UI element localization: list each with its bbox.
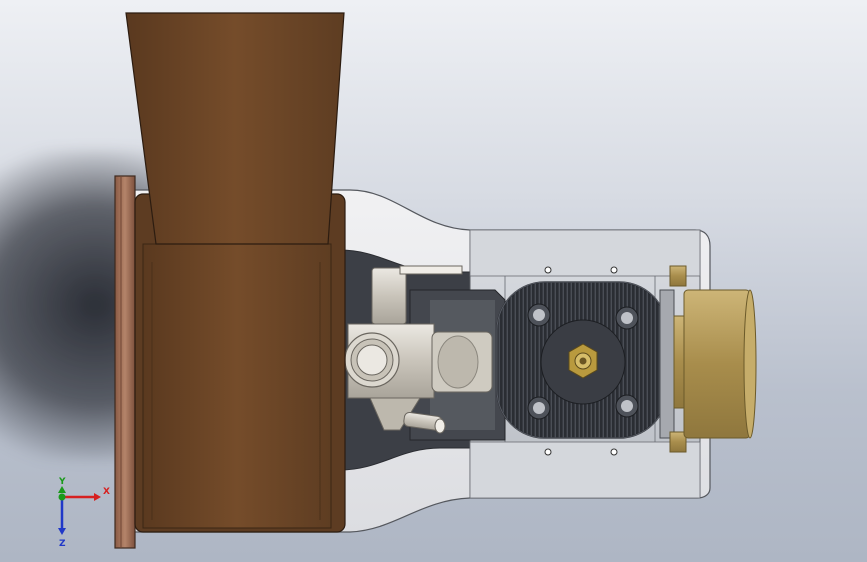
triad-origin bbox=[58, 493, 66, 501]
mount-screw-hole bbox=[610, 448, 618, 456]
x-axis-label: X bbox=[103, 487, 110, 497]
view-triad[interactable]: X Y Z bbox=[58, 477, 110, 549]
y-axis-arrowhead bbox=[58, 486, 66, 493]
z-axis-label: Z bbox=[59, 539, 66, 549]
mount-screw-hole bbox=[544, 266, 552, 274]
glow-plug[interactable] bbox=[568, 343, 598, 379]
z-axis-arrowhead bbox=[58, 528, 66, 535]
cylinder-head[interactable] bbox=[496, 281, 668, 439]
y-axis-label: Y bbox=[58, 477, 66, 487]
graphics-viewport[interactable]: X Y Z bbox=[0, 0, 867, 562]
hopper-flange[interactable] bbox=[114, 175, 136, 549]
x-axis-arrowhead bbox=[94, 493, 101, 501]
drive-hub[interactable] bbox=[659, 265, 757, 453]
hopper-chute[interactable] bbox=[125, 12, 346, 533]
mount-screw-hole bbox=[610, 266, 618, 274]
mount-screw-hole bbox=[544, 448, 552, 456]
cad-model-view[interactable]: X Y Z bbox=[0, 0, 867, 562]
